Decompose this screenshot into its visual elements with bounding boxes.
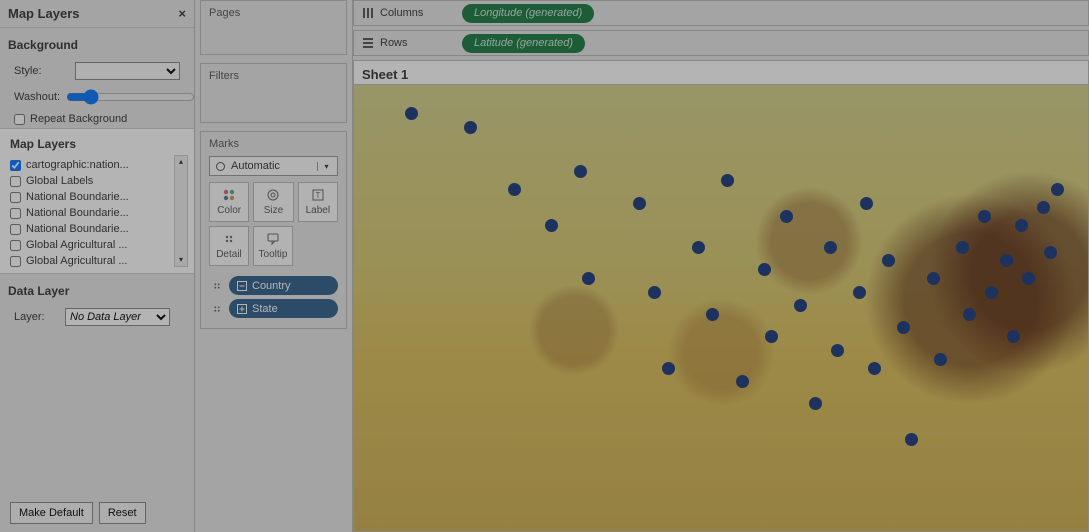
layer-item[interactable]: National Boundarie... xyxy=(10,205,188,221)
layer-label: Global Labels xyxy=(26,175,93,187)
detail-button[interactable]: Detail xyxy=(209,226,249,266)
marks-card: Marks Automatic ▾ Color Size T Label xyxy=(200,131,347,329)
data-layer-section-title: Data Layer xyxy=(0,274,194,304)
map-layers-list-section: Map Layers cartographic:nation... Global … xyxy=(0,128,194,274)
marks-title: Marks xyxy=(201,132,346,156)
detail-icon xyxy=(222,232,236,246)
pages-title: Pages xyxy=(201,1,346,25)
layer-label: Layer: xyxy=(14,311,59,323)
layer-label: National Boundarie... xyxy=(26,191,129,203)
layer-checkbox[interactable] xyxy=(10,160,21,171)
layer-label: Global Agricultural ... xyxy=(26,239,128,251)
tooltip-icon xyxy=(266,232,280,246)
layer-checkbox[interactable] xyxy=(10,240,21,251)
columns-icon xyxy=(362,7,374,19)
detail-shelf-icon xyxy=(209,279,225,293)
layer-checkbox[interactable] xyxy=(10,224,21,235)
layer-item[interactable]: cartographic:nation... xyxy=(10,157,188,173)
layer-checkbox[interactable] xyxy=(10,208,21,219)
country-pill[interactable]: Country xyxy=(229,276,338,295)
longitude-pill[interactable]: Longitude (generated) xyxy=(462,4,594,23)
detail-shelf-icon xyxy=(209,302,225,316)
svg-text:T: T xyxy=(315,191,320,200)
map-layers-section-title: Map Layers xyxy=(0,135,194,157)
plus-icon xyxy=(237,304,247,314)
circle-icon xyxy=(216,162,225,171)
pages-card: Pages xyxy=(200,0,347,55)
reset-button[interactable]: Reset xyxy=(99,502,146,524)
repeat-background-checkbox[interactable] xyxy=(14,114,25,125)
size-button[interactable]: Size xyxy=(253,182,293,222)
layer-checkbox[interactable] xyxy=(10,176,21,187)
filters-card: Filters xyxy=(200,63,347,123)
rows-shelf: Rows Latitude (generated) xyxy=(353,30,1089,56)
layer-item[interactable]: National Boundarie... xyxy=(10,189,188,205)
filters-title: Filters xyxy=(201,64,346,88)
style-select[interactable] xyxy=(75,62,180,80)
mark-type-label: Automatic xyxy=(231,160,280,172)
label-icon: T xyxy=(311,188,325,202)
layer-item[interactable]: Global Labels xyxy=(10,173,188,189)
layer-label: National Boundarie... xyxy=(26,223,129,235)
map-layers-title: Map Layers xyxy=(8,6,80,21)
label-button[interactable]: T Label xyxy=(298,182,338,222)
layer-label: Global Agricultural ... xyxy=(26,255,128,267)
layers-scrollbar[interactable]: ▴ ▾ xyxy=(174,155,188,267)
rows-label: Rows xyxy=(380,37,408,49)
repeat-background-label: Repeat Background xyxy=(30,113,127,125)
latitude-pill[interactable]: Latitude (generated) xyxy=(462,34,585,53)
layer-label: National Boundarie... xyxy=(26,207,129,219)
style-label: Style: xyxy=(14,65,69,77)
close-icon[interactable]: × xyxy=(178,6,186,21)
layer-item[interactable]: Global Agricultural ... xyxy=(10,237,188,253)
rows-icon xyxy=(362,37,374,49)
background-section-title: Background xyxy=(0,28,194,58)
columns-label: Columns xyxy=(380,7,423,19)
color-button[interactable]: Color xyxy=(209,182,249,222)
map-layers-header: Map Layers × xyxy=(0,0,194,28)
state-pill[interactable]: State xyxy=(229,299,338,318)
make-default-button[interactable]: Make Default xyxy=(10,502,93,524)
scroll-down-icon[interactable]: ▾ xyxy=(175,254,187,266)
layer-label: cartographic:nation... xyxy=(26,159,129,171)
chevron-down-icon: ▾ xyxy=(317,162,331,171)
layer-item[interactable]: Global Agricultural ... xyxy=(10,253,188,269)
scroll-up-icon[interactable]: ▴ xyxy=(175,156,187,168)
layer-item[interactable]: National Boundarie... xyxy=(10,221,188,237)
sheet-title: Sheet 1 xyxy=(353,60,1089,84)
data-layer-select[interactable]: No Data Layer xyxy=(65,308,170,326)
columns-shelf: Columns Longitude (generated) xyxy=(353,0,1089,26)
mark-type-select[interactable]: Automatic ▾ xyxy=(209,156,338,176)
color-icon xyxy=(222,188,236,202)
size-icon xyxy=(266,188,280,202)
map-view[interactable] xyxy=(353,84,1089,532)
washout-slider[interactable] xyxy=(66,89,195,105)
layer-checkbox[interactable] xyxy=(10,192,21,203)
minus-icon xyxy=(237,281,247,291)
layer-checkbox[interactable] xyxy=(10,256,21,267)
washout-label: Washout: xyxy=(14,91,60,103)
tooltip-button[interactable]: Tooltip xyxy=(253,226,293,266)
